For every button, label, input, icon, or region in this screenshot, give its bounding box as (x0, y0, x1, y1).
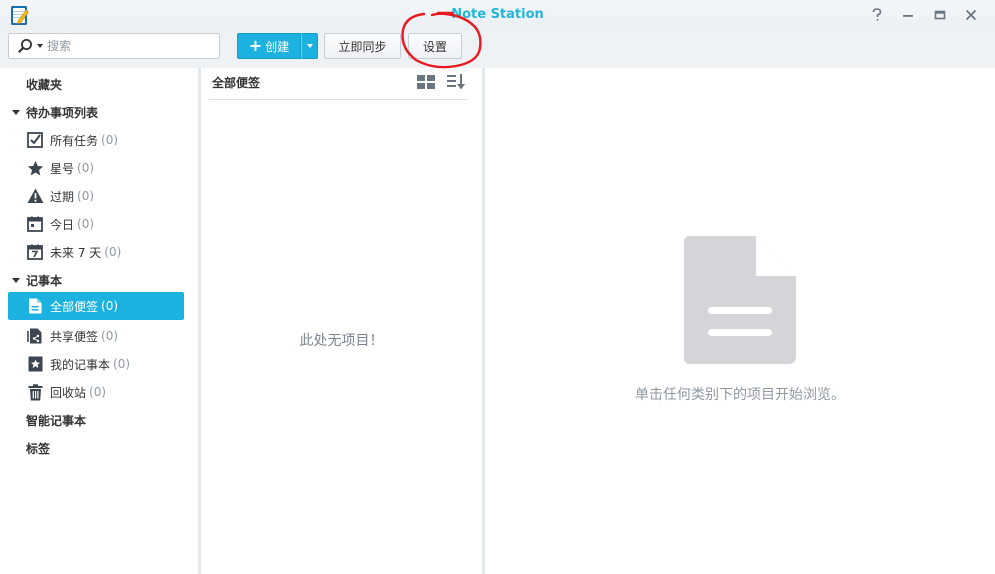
star-icon (26, 159, 44, 177)
sidebar-item-label: 所有任务 (50, 133, 99, 148)
note-icon (26, 297, 44, 315)
sidebar-item-label: 收藏夹 (26, 77, 63, 92)
sidebar-item-all-notes[interactable]: 全部便签 (0) (8, 292, 184, 320)
sidebar-item-smart-notebook[interactable]: 智能记事本 (8, 406, 184, 434)
calendar-today-icon (26, 215, 44, 233)
sidebar-item-favorites[interactable]: 收藏夹 (8, 70, 184, 98)
title-bar: Note Station (0, 0, 995, 30)
sidebar-item-label: 全部便签 (50, 299, 99, 314)
grid-view-icon[interactable] (417, 75, 435, 89)
chevron-down-icon (306, 44, 313, 48)
sidebar-item-count: (0) (77, 161, 95, 175)
maximize-button[interactable] (931, 6, 949, 24)
sidebar-item-count: (0) (101, 329, 119, 343)
my-notebook-icon (26, 355, 44, 373)
window-title: Note Station (451, 7, 544, 22)
maximize-icon (934, 10, 946, 20)
sidebar-item-label: 我的记事本 (50, 357, 111, 372)
sidebar-item-label: 今日 (50, 217, 75, 232)
list-title: 全部便签 (212, 76, 261, 90)
help-icon (872, 8, 882, 21)
settings-button[interactable]: 设置 (408, 33, 462, 59)
sidebar-item-count: (0) (113, 357, 131, 371)
shared-note-icon (26, 327, 44, 345)
sidebar-item-label: 标签 (26, 441, 51, 456)
note-list-pane: 全部便签 此处无项目！ (201, 68, 482, 574)
document-placeholder-icon (684, 236, 796, 364)
sidebar-item-today[interactable]: 今日 (0) (8, 210, 184, 238)
sync-now-button[interactable]: 立即同步 (324, 33, 401, 59)
help-button[interactable] (868, 6, 886, 24)
list-header-divider (209, 99, 468, 100)
sidebar-item-shared-notes[interactable]: 共享便签 (0) (8, 322, 184, 350)
checkbox-icon (26, 131, 44, 149)
sidebar-item-count: (0) (77, 217, 95, 231)
empty-list-message: 此处无项目！ (299, 333, 384, 349)
toolbar: + 创建 立即同步 设置 (0, 30, 995, 68)
note-detail-pane: 单击任何类别下的项目开始浏览。 (485, 68, 995, 574)
calendar-week-icon (26, 243, 44, 261)
sidebar-item-label: 智能记事本 (26, 413, 87, 428)
sidebar-item-count: (0) (101, 299, 119, 313)
sidebar-section-label: 记事本 (26, 273, 63, 288)
sidebar-item-my-notebooks[interactable]: 我的记事本 (0) (8, 350, 184, 378)
sidebar-item-label: 回收站 (50, 385, 87, 400)
collapse-triangle-icon[interactable] (12, 109, 20, 115)
create-button-label: 创建 (265, 39, 290, 54)
sidebar-item-count: (0) (77, 189, 95, 203)
sort-icon[interactable] (446, 73, 466, 91)
sidebar-item-label: 未来 7 天 (50, 245, 102, 260)
sidebar-item-label: 共享便签 (50, 329, 99, 344)
search-icon[interactable] (17, 38, 33, 54)
sidebar-item-next-7-days[interactable]: 未来 7 天 (0) (8, 238, 184, 266)
sidebar-item-all-tasks[interactable]: 所有任务 (0) (8, 126, 184, 154)
sidebar-item-starred[interactable]: 星号 (0) (8, 154, 184, 182)
collapse-triangle-icon[interactable] (12, 277, 20, 283)
close-icon (965, 9, 977, 21)
warning-icon (26, 187, 44, 205)
sidebar-item-label: 星号 (50, 161, 75, 176)
sidebar-item-count: (0) (101, 133, 119, 147)
sidebar-item-overdue[interactable]: 过期 (0) (8, 182, 184, 210)
minimize-icon (903, 15, 913, 17)
minimize-button[interactable] (899, 6, 917, 24)
close-button[interactable] (962, 6, 980, 24)
plus-icon: + (248, 36, 263, 55)
create-dropdown-button[interactable] (301, 33, 318, 59)
create-button[interactable]: + 创建 (237, 33, 301, 59)
sidebar-item-tags[interactable]: 标签 (8, 434, 184, 462)
browse-hint-text: 单击任何类别下的项目开始浏览。 (635, 387, 845, 403)
sidebar-item-count: (0) (104, 245, 122, 259)
sidebar-section-label: 待办事项列表 (26, 105, 99, 120)
sidebar-section-notebook[interactable]: 记事本 (8, 266, 184, 294)
search-input[interactable] (47, 37, 212, 55)
sidebar: 收藏夹 待办事项列表 所有任务 (0) 星号 (0) 过期 (0) 今日 (0) (0, 68, 198, 574)
sidebar-section-todo[interactable]: 待办事项列表 (8, 98, 184, 126)
search-options-caret-icon[interactable] (37, 44, 43, 48)
sidebar-item-trash[interactable]: 回收站 (0) (8, 378, 184, 406)
search-box[interactable] (8, 33, 220, 59)
sidebar-item-count: (0) (89, 385, 107, 399)
sidebar-item-label: 过期 (50, 189, 75, 204)
trash-icon (26, 383, 44, 401)
